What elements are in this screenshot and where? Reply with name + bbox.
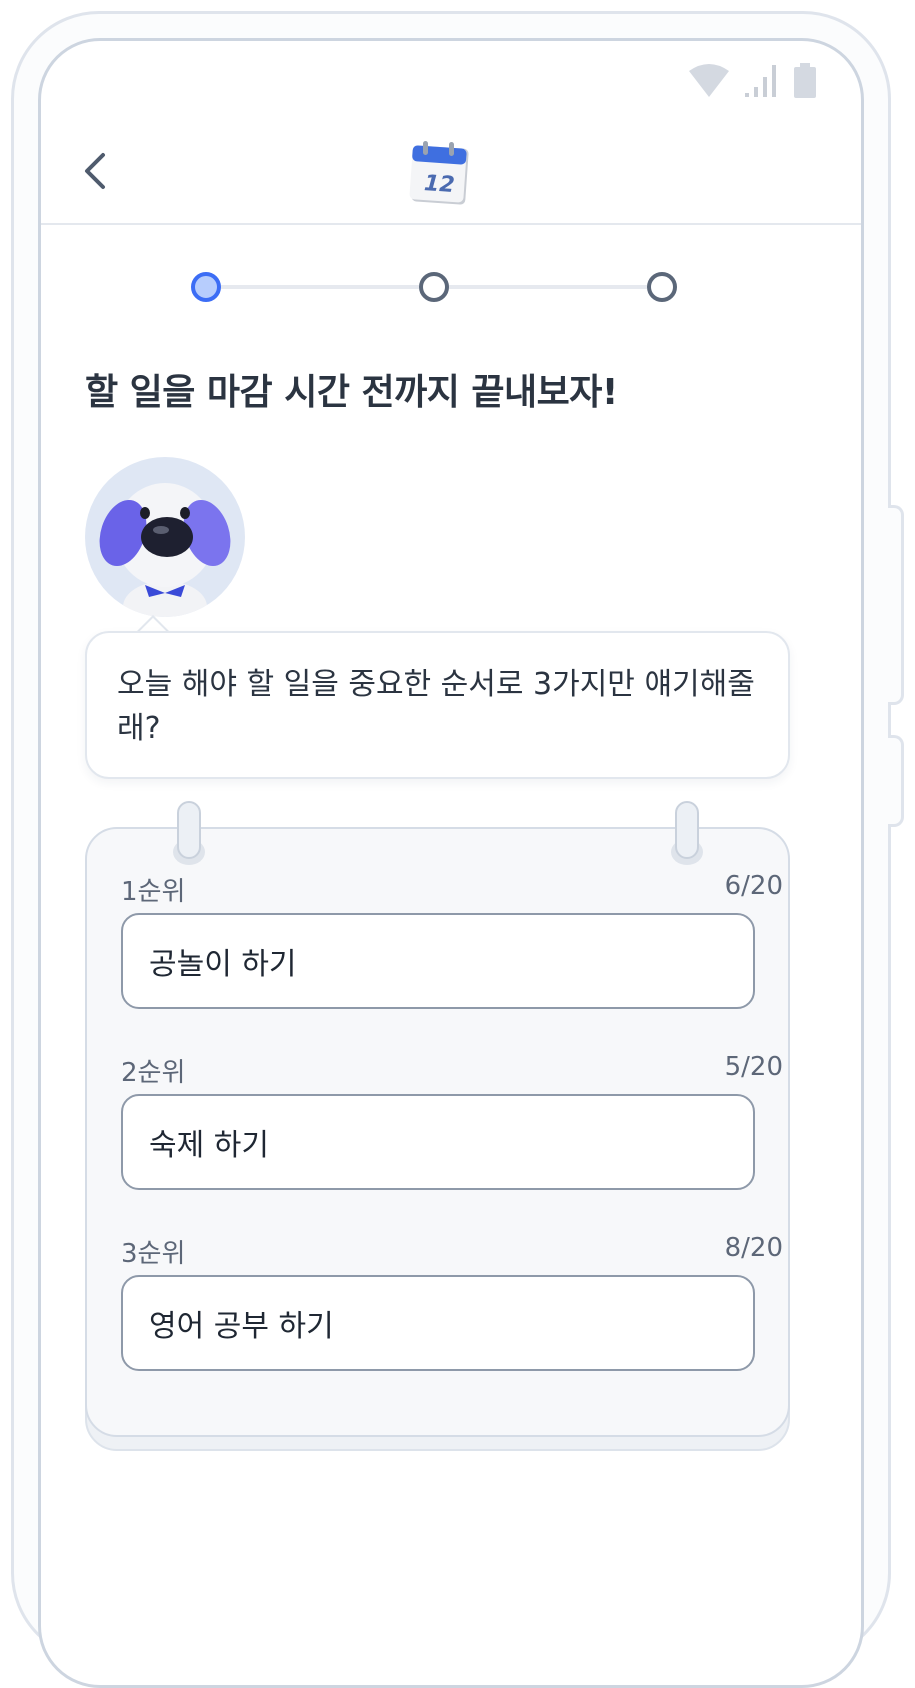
page-title: 할 일을 마감 시간 전까지 끝내보자! (85, 372, 618, 413)
calendar-day-text: 12 (423, 171, 455, 198)
stepper-line (447, 285, 647, 289)
phone-side-button (888, 505, 904, 705)
stepper-line (219, 285, 419, 289)
step-2-dot (419, 272, 449, 302)
wifi-icon (687, 63, 731, 103)
notepad-ring (675, 801, 699, 859)
priority-1-char-count: 6/20 (724, 871, 783, 901)
notepad-ring (177, 801, 201, 859)
priority-3-char-count: 8/20 (724, 1233, 783, 1263)
back-button[interactable] (71, 149, 119, 197)
phone-side-button (888, 735, 904, 827)
battery-icon (793, 63, 817, 103)
priority-2-label: 2순위 (121, 1058, 186, 1088)
dog-mascot-avatar (85, 457, 245, 617)
speech-bubble: 오늘 해야 할 일을 중요한 순서로 3가지만 얘기해줄래? (85, 631, 790, 779)
status-bar (687, 63, 817, 103)
chevron-left-icon (81, 151, 109, 195)
priority-3-label: 3순위 (121, 1239, 186, 1269)
priority-2-char-count: 5/20 (724, 1052, 783, 1082)
step-1-dot (191, 272, 221, 302)
priority-3-input[interactable]: 영어 공부 하기 (121, 1275, 755, 1371)
priority-1-input[interactable]: 공놀이 하기 (121, 913, 755, 1009)
priority-2-input[interactable]: 숙제 하기 (121, 1094, 755, 1190)
calendar-icon: 12 (407, 139, 471, 207)
priority-1-label: 1순위 (121, 877, 186, 907)
phone-screen: 12 할 일을 마감 시간 전까지 끝내보자! 오늘 해야 할 일을 중요한 순… (38, 38, 864, 1688)
signal-icon (745, 63, 779, 103)
progress-stepper (191, 267, 683, 307)
top-app-bar: 12 (41, 121, 861, 225)
step-3-dot (647, 272, 677, 302)
